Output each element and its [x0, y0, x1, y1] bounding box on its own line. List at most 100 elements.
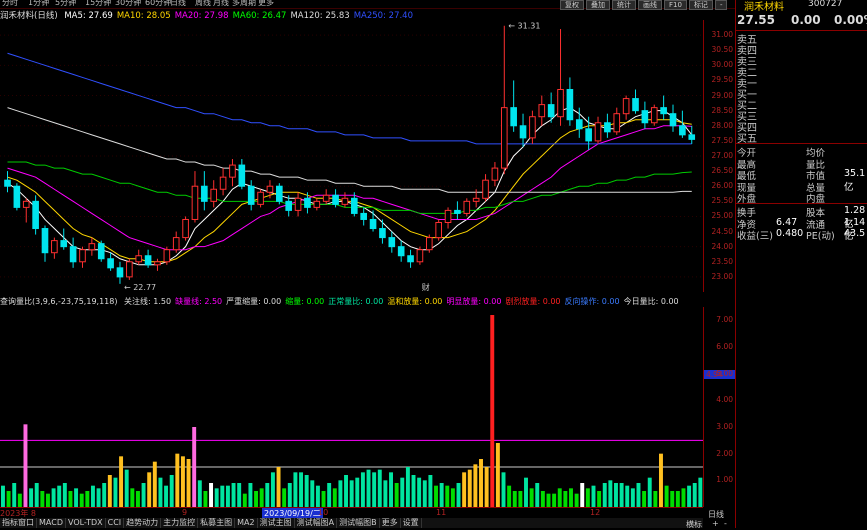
period-menu-item[interactable]: 60分钟 — [145, 0, 171, 8]
candle-body — [463, 200, 471, 214]
price-tick: 27.00 — [711, 151, 733, 160]
candle-body — [575, 119, 583, 130]
price-tick: 25.50 — [711, 196, 733, 206]
zoom-out-button[interactable]: - — [724, 519, 727, 528]
candle-body — [416, 249, 424, 263]
price-tick: 28.50 — [711, 105, 733, 115]
volume-ratio-bar — [180, 456, 185, 507]
volume-ratio-bar — [12, 483, 17, 507]
volume-ratio-bar — [675, 491, 680, 507]
period-menu-item[interactable]: 分时 — [2, 0, 18, 8]
volume-ratio-bar — [670, 491, 675, 507]
volume-ratio-bar — [490, 315, 495, 507]
candle-body — [379, 228, 386, 239]
volume-ratio-bar — [270, 472, 275, 507]
indicator-tab[interactable]: VOL-TDX — [66, 518, 106, 528]
volume-ratio-chart[interactable] — [0, 307, 703, 507]
indicator-tab[interactable]: 测试主图 — [258, 518, 295, 528]
price-tick: 26.50 — [711, 166, 733, 176]
period-menu-item[interactable]: 30分钟 — [115, 0, 141, 8]
date-tick: 10 — [318, 508, 329, 517]
indicator-tab[interactable]: 趋势动力 — [124, 518, 162, 528]
indicator-tab[interactable]: 设置 — [401, 518, 422, 528]
chart-tools: 复权 叠加 统计 画线 F10 标记 - — [560, 0, 729, 10]
candle-body — [679, 125, 686, 136]
period-menu-item[interactable]: 月线 — [213, 0, 229, 8]
candle-body — [425, 237, 433, 251]
volume-ratio-bar — [389, 472, 393, 507]
candlestick-chart[interactable]: ← 31.31 ← 22.77 财 — [0, 20, 703, 292]
volume-ratio-bar — [338, 480, 343, 507]
candle-body — [341, 197, 349, 205]
volume-ratio-bar — [473, 464, 478, 507]
period-menu-item[interactable]: 15分钟 — [85, 0, 111, 8]
volume-ratio-bar — [214, 488, 219, 507]
period-menu-item[interactable]: 5分钟 — [55, 0, 76, 8]
candle-body — [435, 221, 442, 239]
indicator-tab[interactable]: 主力监控 — [161, 518, 199, 528]
volume-ratio-bar — [135, 491, 140, 507]
indicator-tab[interactable]: 更多 — [380, 518, 401, 528]
candle-body — [547, 104, 555, 118]
indicator-tab[interactable]: MACD — [37, 518, 66, 528]
period-menu-item[interactable]: 更多 — [258, 0, 274, 8]
period-menu-item[interactable]: 周线 — [195, 0, 211, 8]
chart-tool-button[interactable]: 画线 — [638, 0, 662, 10]
volume-ratio-bar — [293, 472, 298, 507]
indicator-tab[interactable]: 测试幅图A — [295, 518, 338, 528]
volume-tick: 4.00 — [716, 395, 733, 405]
volume-ratio-bar — [265, 483, 270, 507]
chart-tool-button[interactable]: - — [714, 0, 728, 10]
volume-tick: 3.00 — [716, 422, 733, 431]
candle-body — [247, 185, 255, 205]
volume-ratio-bar — [467, 469, 472, 507]
volume-ratio-bar — [456, 483, 461, 507]
volume-tick: 7.00 — [716, 315, 733, 325]
candle-body — [229, 164, 236, 178]
chart-tool-button[interactable]: 标记 — [688, 0, 713, 10]
indicator-tab[interactable]: 测试幅图B — [337, 518, 380, 528]
indicator-tab[interactable]: 私募主图 — [198, 518, 236, 528]
chart-tool-button[interactable]: 叠加 — [586, 0, 610, 10]
indicator-tab[interactable]: 指标窗口 — [0, 518, 37, 528]
price-tick: 25.00 — [711, 211, 733, 221]
volume-ratio-bar — [57, 485, 62, 507]
candle-body — [313, 200, 321, 208]
candle-body — [41, 228, 49, 254]
event-marker[interactable]: 财 — [422, 282, 430, 292]
period-menu-item[interactable]: 多周期 — [232, 0, 256, 8]
volume-ratio-bar — [192, 427, 197, 507]
high-annotation: ← 31.31 — [508, 22, 540, 31]
candle-body — [491, 167, 499, 181]
mode-label[interactable]: 横标 — [686, 519, 702, 530]
volume-ratio-bar — [400, 477, 405, 507]
volume-axis: 4.94 7.00 6.00 5.00 4.00 3.00 2.00 1.00 — [703, 307, 736, 507]
chart-tool-button[interactable]: 统计 — [612, 0, 636, 10]
candle-body — [304, 197, 311, 208]
volume-ratio-bar — [152, 461, 157, 507]
volume-ratio-bar — [377, 469, 382, 507]
indicator-tab[interactable]: MA2 — [235, 518, 258, 528]
indicator-legend-item: 反向操作: 0.00 — [564, 297, 620, 306]
period-menu-item[interactable]: 日线 — [170, 0, 186, 8]
volume-ratio-bar — [304, 475, 309, 507]
indicator-tab[interactable]: CCI — [106, 518, 125, 528]
volume-ratio-bar — [619, 483, 624, 507]
chart-tool-button[interactable]: F10 — [664, 0, 687, 10]
volume-ratio-bar — [529, 488, 534, 507]
candle-body — [407, 255, 414, 263]
volume-ratio-bar — [585, 488, 590, 507]
volume-ratio-bar — [580, 483, 585, 507]
candle-body — [669, 113, 677, 127]
zoom-in-button[interactable]: + — [712, 519, 719, 528]
volume-ratio-bar — [175, 453, 180, 507]
candle-body — [13, 185, 21, 208]
volume-ratio-bar — [479, 459, 483, 507]
chart-tool-button[interactable]: 复权 — [560, 0, 584, 10]
ma-line-ma60 — [7, 161, 692, 214]
indicator-legend-item: 严重缩量: 0.00 — [226, 297, 282, 306]
volume-ratio-bar — [349, 480, 354, 507]
period-menu-item[interactable]: 1分钟 — [28, 0, 49, 8]
volume-ratio-bar — [203, 491, 208, 507]
period-controls: 日线 横标 + - — [686, 507, 735, 530]
